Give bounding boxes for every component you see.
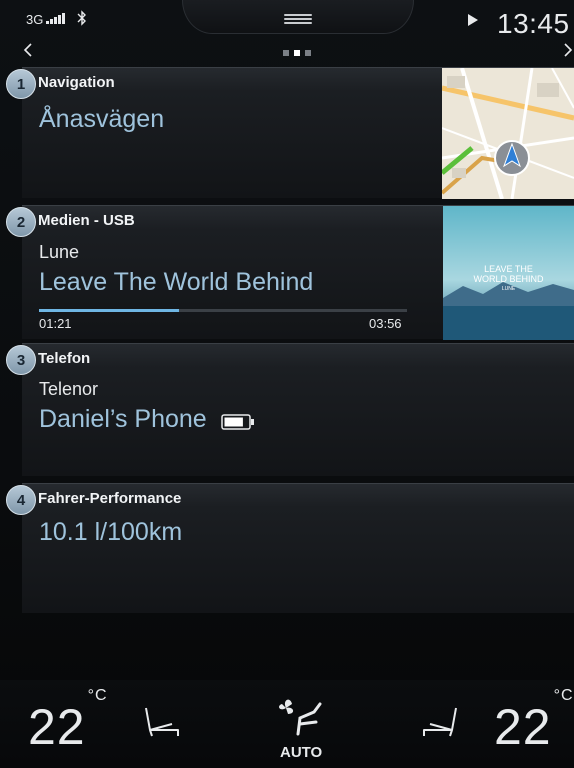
media-track-title: Leave The World Behind xyxy=(39,268,314,296)
temperature-unit: °C xyxy=(553,687,574,705)
bluetooth-icon xyxy=(77,10,86,26)
tile-title: Fahrer-Performance xyxy=(38,490,182,507)
fan-icon[interactable] xyxy=(276,694,324,736)
tile-number-badge: 1 xyxy=(6,69,36,99)
clock: 13:45 xyxy=(497,8,570,39)
tile-title: Medien - USB xyxy=(38,212,135,229)
navigation-tile[interactable]: 1 Navigation Ånasvägen xyxy=(6,67,574,199)
map-thumbnail[interactable] xyxy=(442,68,574,199)
elapsed-time: 01:21 xyxy=(39,316,72,331)
page-dot-active xyxy=(294,50,300,56)
drag-handle-icon[interactable] xyxy=(284,14,312,25)
battery-icon xyxy=(221,414,254,430)
right-temperature-value: 22 xyxy=(494,699,552,755)
media-progress-bar[interactable] xyxy=(39,309,407,312)
driver-performance-tile[interactable]: 4 Fahrer-Performance 10.1 l/100km xyxy=(6,483,574,613)
album-art-text: LUNE xyxy=(502,286,516,292)
page-indicator xyxy=(283,50,311,56)
total-time: 03:56 xyxy=(369,316,402,331)
infotainment-screen: 3G 13:45 1 Navigation Ånasvägen 2 Medien… xyxy=(0,0,574,768)
album-art-text: LEAVE THE xyxy=(484,264,533,274)
fan-auto-label[interactable]: AUTO xyxy=(280,744,322,761)
tile-title: Telefon xyxy=(38,350,91,367)
tile-title: Navigation xyxy=(38,74,115,91)
left-temperature-value: 22 xyxy=(28,699,86,755)
play-icon xyxy=(468,14,478,26)
tile-number-badge: 4 xyxy=(6,485,36,515)
phone-carrier: Telenor xyxy=(39,379,99,399)
album-art-text: WORLD BEHIND xyxy=(473,274,544,284)
chevron-right-icon[interactable] xyxy=(562,43,574,57)
temperature-unit: °C xyxy=(87,687,108,705)
album-art[interactable]: LEAVE THE WORLD BEHIND LUNE xyxy=(443,206,574,340)
media-artist: Lune xyxy=(39,242,80,262)
page-dot xyxy=(305,50,311,56)
status-bar: 3G 13:45 xyxy=(0,0,574,44)
page-dot xyxy=(283,50,289,56)
tile-number-badge: 2 xyxy=(6,207,36,237)
phone-device-name: Daniel’s Phone xyxy=(39,405,207,433)
navigation-destination: Ånasvägen xyxy=(39,105,165,133)
chevron-left-icon[interactable] xyxy=(22,43,34,57)
seat-heating-left-icon[interactable] xyxy=(142,704,182,740)
right-temperature[interactable]: 22°C xyxy=(494,687,574,756)
seat-heating-right-icon[interactable] xyxy=(420,704,460,740)
left-temperature[interactable]: 22°C xyxy=(28,687,108,756)
media-progress-fill xyxy=(39,309,179,312)
tile-number-badge: 3 xyxy=(6,345,36,375)
fuel-consumption: 10.1 l/100km xyxy=(39,518,183,546)
signal-bars-icon xyxy=(46,13,65,24)
media-tile[interactable]: 2 Medien - USB Lune Leave The World Behi… xyxy=(6,205,574,340)
climate-bar: 22°C AUTO 22°C xyxy=(0,680,574,768)
phone-tile[interactable]: 3 Telefon Telenor Daniel’s Phone xyxy=(6,343,574,476)
network-type: 3G xyxy=(26,12,44,27)
